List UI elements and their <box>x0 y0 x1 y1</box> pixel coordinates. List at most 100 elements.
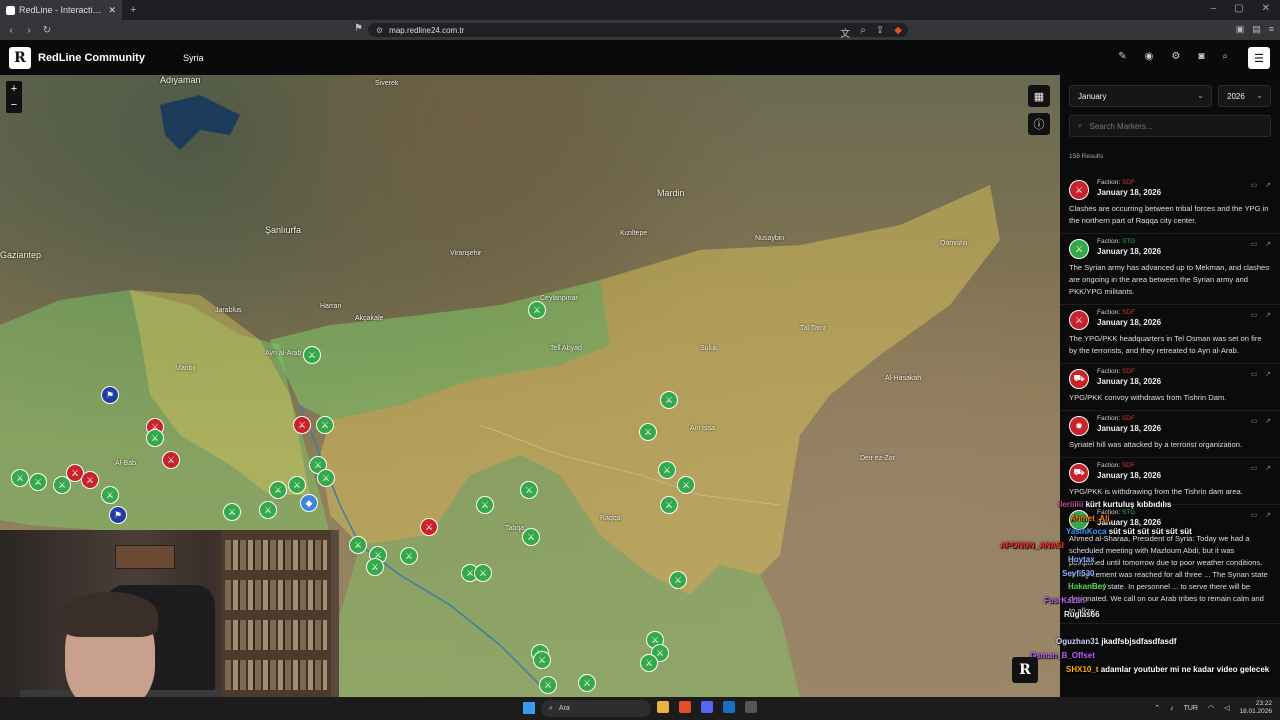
map-marker-green[interactable]: ⚔ <box>520 481 538 499</box>
taskbar-search[interactable]: ⌕ Ara <box>541 700 651 717</box>
obs-icon[interactable] <box>745 701 757 713</box>
map-marker-green[interactable]: ⚔ <box>349 536 367 554</box>
list-item[interactable]: ⚔ ▭ ↗ Faction: SDF January 18, 2026 Clash… <box>1060 175 1280 234</box>
list-item[interactable]: ⚔ ▭ ↗ Faction: STG January 18, 2026 The S… <box>1060 234 1280 305</box>
map-marker-green[interactable]: ⚔ <box>259 501 277 519</box>
nav-syria[interactable]: Syria <box>183 53 204 63</box>
map-marker-lightblue[interactable]: ◆ <box>300 494 318 512</box>
map-marker-red[interactable]: ⚔ <box>162 451 180 469</box>
map-marker-green[interactable]: ⚔ <box>53 476 71 494</box>
pin-icon[interactable]: ◉ <box>1145 51 1154 62</box>
bookmark-icon[interactable]: ⚑ <box>354 23 363 34</box>
year-select[interactable]: 2026 ⌄ <box>1218 85 1271 107</box>
map-marker-green[interactable]: ⚔ <box>223 503 241 521</box>
close-tab-icon[interactable]: ✕ <box>108 5 116 16</box>
map-marker-green[interactable]: ⚔ <box>528 301 546 319</box>
map-marker-green[interactable]: ⚔ <box>474 564 492 582</box>
minimize-icon[interactable]: – <box>1211 3 1217 14</box>
file-explorer-icon[interactable] <box>657 701 669 713</box>
mic-icon[interactable]: ♪ <box>1170 705 1174 712</box>
map-marker-red[interactable]: ⚔ <box>293 416 311 434</box>
chevron-up-icon[interactable]: ⌃ <box>1154 704 1160 712</box>
video-icon[interactable]: ▭ <box>1251 181 1258 189</box>
hamburger-icon[interactable]: ☰ <box>1248 47 1270 69</box>
map-marker-green[interactable]: ⚔ <box>658 461 676 479</box>
map-marker-green[interactable]: ⚔ <box>29 473 47 491</box>
video-icon[interactable]: ▭ <box>1251 464 1258 472</box>
external-link-icon[interactable]: ↗ <box>1265 417 1271 425</box>
map-marker-green[interactable]: ⚔ <box>366 558 384 576</box>
map-marker-green[interactable]: ⚔ <box>317 469 335 487</box>
external-link-icon[interactable]: ↗ <box>1265 311 1271 319</box>
steam-icon[interactable] <box>723 701 735 713</box>
forward-icon[interactable]: › <box>22 25 36 36</box>
layers-icon[interactable]: ▦ <box>1028 85 1050 107</box>
address-bar[interactable]: ⚙ map.redline24.com.tr 文 ⌕ ⇪ ◆ <box>368 23 908 40</box>
map-marker-green[interactable]: ⚔ <box>269 481 287 499</box>
translate-icon[interactable]: 文 <box>840 25 850 40</box>
map-marker-green[interactable]: ⚔ <box>578 674 596 692</box>
zoom-icon[interactable]: ⌕ <box>860 25 866 40</box>
brand-name[interactable]: RedLine Community <box>38 52 145 64</box>
back-icon[interactable]: ‹ <box>4 25 18 36</box>
list-item[interactable]: ⚔ ▭ ↗ Faction: STG January 18, 2026 Ahmed… <box>1060 505 1280 624</box>
camera-icon[interactable]: ◙ <box>1198 51 1204 62</box>
windows-start-icon[interactable] <box>523 702 535 714</box>
extensions-icon[interactable]: ▣ <box>1236 24 1245 35</box>
brave-icon[interactable] <box>679 701 691 713</box>
map-marker-green[interactable]: ⚔ <box>476 496 494 514</box>
zoom-out-button[interactable]: − <box>6 97 22 113</box>
zoom-in-button[interactable]: + <box>6 81 22 97</box>
map-marker-green[interactable]: ⚔ <box>660 391 678 409</box>
map-marker-green[interactable]: ⚔ <box>303 346 321 364</box>
external-link-icon[interactable]: ↗ <box>1265 240 1271 248</box>
map-marker-green[interactable]: ⚔ <box>522 528 540 546</box>
video-icon[interactable]: ▭ <box>1251 511 1258 519</box>
map-marker-green[interactable]: ⚔ <box>11 469 29 487</box>
map-marker-green[interactable]: ⚔ <box>533 651 551 669</box>
pen-icon[interactable]: ✎ <box>1118 51 1126 62</box>
wallet-icon[interactable]: ▤ <box>1252 24 1261 35</box>
map-marker-green[interactable]: ⚔ <box>101 486 119 504</box>
video-icon[interactable]: ▭ <box>1251 311 1258 319</box>
list-item[interactable]: ⚔ ▭ ↗ Faction: SDF January 18, 2026 The Y… <box>1060 305 1280 364</box>
discord-icon[interactable] <box>701 701 713 713</box>
close-window-icon[interactable]: ✕ <box>1262 3 1270 14</box>
list-item[interactable]: ⛟ ▭ ↗ Faction: SDF January 18, 2026 YPG/P… <box>1060 364 1280 411</box>
volume-icon[interactable]: ◁ <box>1224 704 1229 712</box>
external-link-icon[interactable]: ↗ <box>1265 511 1271 519</box>
new-tab-button[interactable]: + <box>130 4 136 16</box>
lang-indicator[interactable]: TUR <box>1184 705 1198 712</box>
external-link-icon[interactable]: ↗ <box>1265 370 1271 378</box>
video-icon[interactable]: ▭ <box>1251 240 1258 248</box>
map-marker-green[interactable]: ⚔ <box>146 429 164 447</box>
redline-logo[interactable]: R <box>9 46 31 69</box>
month-select[interactable]: January ⌄ <box>1069 85 1212 107</box>
map-marker-red[interactable]: ⚔ <box>81 471 99 489</box>
browser-menu-icon[interactable]: ≡ <box>1269 24 1274 35</box>
map-marker-green[interactable]: ⚔ <box>677 476 695 494</box>
map-marker-green[interactable]: ⚔ <box>316 416 334 434</box>
map-marker-green[interactable]: ⚔ <box>639 423 657 441</box>
map-marker-red[interactable]: ⚔ <box>420 518 438 536</box>
site-info-icon[interactable]: ⚙ <box>376 26 383 35</box>
clock[interactable]: 23:22 18.01.2026 <box>1239 700 1272 716</box>
external-link-icon[interactable]: ↗ <box>1265 464 1271 472</box>
map-marker-green[interactable]: ⚔ <box>660 496 678 514</box>
wifi-icon[interactable]: ◠ <box>1208 704 1214 712</box>
maximize-icon[interactable]: ▢ <box>1234 3 1243 14</box>
external-link-icon[interactable]: ↗ <box>1265 181 1271 189</box>
brave-shield-icon[interactable]: ◆ <box>894 25 902 40</box>
list-item[interactable]: ⛟ ▭ ↗ Faction: SDF January 18, 2026 YPG/P… <box>1060 458 1280 505</box>
list-item[interactable]: ✹ ▭ ↗ Faction: SDF January 18, 2026 Syria… <box>1060 411 1280 458</box>
browser-tab[interactable]: RedLine - Interactive Strategic M... ✕ <box>0 0 122 20</box>
marker-search-input[interactable]: ⌕ Search Markers... <box>1069 115 1271 137</box>
info-icon[interactable]: ⓘ <box>1028 113 1050 135</box>
map-marker-green[interactable]: ⚔ <box>640 654 658 672</box>
search-icon[interactable]: ⌕ <box>1222 51 1228 62</box>
gear-icon[interactable]: ⚙ <box>1171 51 1180 62</box>
map-marker-blue[interactable]: ⚑ <box>101 386 119 404</box>
share-icon[interactable]: ⇪ <box>876 25 884 40</box>
map-marker-green[interactable]: ⚔ <box>669 571 687 589</box>
map-marker-blue[interactable]: ⚑ <box>109 506 127 524</box>
